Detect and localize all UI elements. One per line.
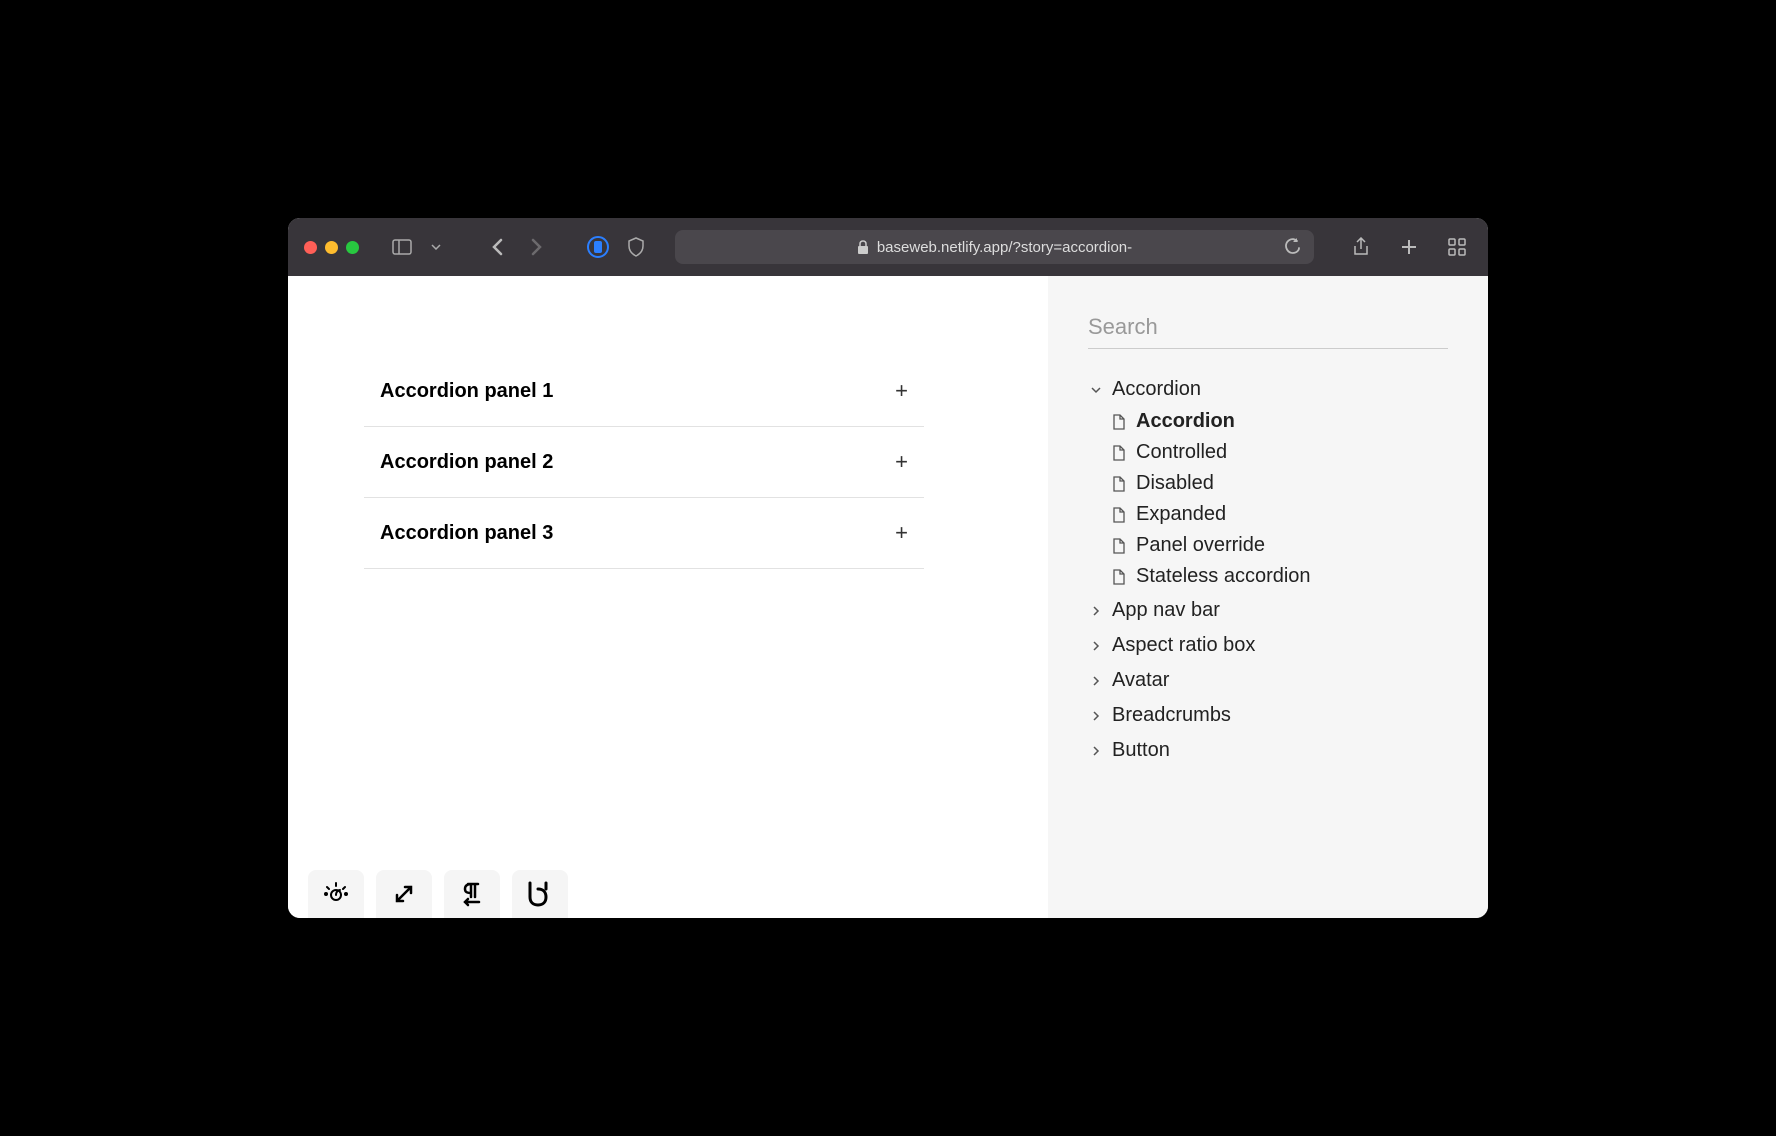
- tree-group-header[interactable]: App nav bar: [1088, 594, 1448, 627]
- tree-item-disabled[interactable]: Disabled: [1112, 468, 1448, 499]
- accordion-title: Accordion panel 3: [380, 522, 553, 545]
- file-icon: [1112, 569, 1126, 585]
- baseweb-logo-icon[interactable]: [512, 870, 568, 918]
- tree-item-stateless-accordion[interactable]: Stateless accordion: [1112, 561, 1448, 592]
- maximize-window-button[interactable]: [346, 241, 359, 254]
- tree-group-header[interactable]: Accordion: [1088, 373, 1448, 406]
- tree-group-label: Avatar: [1112, 669, 1169, 692]
- sidebar-dropdown-button[interactable]: [421, 232, 451, 262]
- tree-group-app-nav-bar: App nav bar: [1088, 594, 1448, 627]
- browser-chrome: baseweb.netlify.app/?story=accordion-: [288, 218, 1488, 276]
- tree-group-aspect-ratio-box: Aspect ratio box: [1088, 629, 1448, 662]
- traffic-lights: [304, 241, 359, 254]
- nav-arrows: [483, 232, 551, 262]
- tree-item-expanded[interactable]: Expanded: [1112, 499, 1448, 530]
- new-tab-button[interactable]: [1394, 232, 1424, 262]
- forward-button[interactable]: [521, 232, 551, 262]
- file-icon: [1112, 538, 1126, 554]
- plus-icon: +: [895, 449, 908, 475]
- url-text: baseweb.netlify.app/?story=accordion-: [877, 239, 1132, 256]
- tree-items: Accordion Controlled Disabled Expan: [1088, 406, 1448, 592]
- fullscreen-button[interactable]: [376, 870, 432, 918]
- sidebar-toggle-group: [387, 232, 451, 262]
- minimize-window-button[interactable]: [325, 241, 338, 254]
- accordion-title: Accordion panel 1: [380, 380, 553, 403]
- browser-window: baseweb.netlify.app/?story=accordion-: [288, 218, 1488, 918]
- tree-group-label: Aspect ratio box: [1112, 634, 1255, 657]
- tree-group-label: App nav bar: [1112, 599, 1220, 622]
- file-icon: [1112, 476, 1126, 492]
- tree-item-label: Disabled: [1136, 472, 1214, 495]
- tree-item-accordion[interactable]: Accordion: [1112, 406, 1448, 437]
- accordion-title: Accordion panel 2: [380, 451, 553, 474]
- right-chrome: [1346, 232, 1472, 262]
- tree-group-button: Button: [1088, 734, 1448, 767]
- accordion-header[interactable]: Accordion panel 1 +: [364, 356, 924, 426]
- tree-item-label: Panel override: [1136, 534, 1265, 557]
- tree-group-header[interactable]: Breadcrumbs: [1088, 699, 1448, 732]
- accordion-header[interactable]: Accordion panel 3 +: [364, 498, 924, 568]
- plus-icon: +: [895, 520, 908, 546]
- address-bar[interactable]: baseweb.netlify.app/?story=accordion-: [675, 230, 1314, 264]
- story-tree: Accordion Accordion Controlled: [1088, 373, 1448, 767]
- main-panel: Accordion panel 1 + Accordion panel 2 + …: [288, 276, 1048, 918]
- chevron-right-icon: [1088, 743, 1104, 759]
- sidebar-panel: Accordion Accordion Controlled: [1048, 276, 1488, 918]
- chevron-right-icon: [1088, 673, 1104, 689]
- tree-group-accordion: Accordion Accordion Controlled: [1088, 373, 1448, 592]
- chevron-down-icon: [1088, 382, 1104, 398]
- content-area: Accordion panel 1 + Accordion panel 2 + …: [288, 276, 1488, 918]
- rtl-toggle-button[interactable]: [444, 870, 500, 918]
- search-input[interactable]: [1088, 306, 1448, 349]
- tree-group-label: Breadcrumbs: [1112, 704, 1231, 727]
- file-icon: [1112, 445, 1126, 461]
- bottom-toolbar: [308, 870, 568, 918]
- privacy-shield-icon[interactable]: [621, 232, 651, 262]
- back-button[interactable]: [483, 232, 513, 262]
- tree-item-controlled[interactable]: Controlled: [1112, 437, 1448, 468]
- sidebar-toggle-button[interactable]: [387, 232, 417, 262]
- plus-icon: +: [895, 378, 908, 404]
- chevron-right-icon: [1088, 708, 1104, 724]
- onepassword-icon[interactable]: [583, 232, 613, 262]
- tree-group-header[interactable]: Aspect ratio box: [1088, 629, 1448, 662]
- file-icon: [1112, 507, 1126, 523]
- close-window-button[interactable]: [304, 241, 317, 254]
- lock-icon: [857, 240, 869, 254]
- chevron-right-icon: [1088, 638, 1104, 654]
- tree-group-avatar: Avatar: [1088, 664, 1448, 697]
- tree-item-label: Accordion: [1136, 410, 1235, 433]
- tree-group-header[interactable]: Avatar: [1088, 664, 1448, 697]
- tree-item-label: Controlled: [1136, 441, 1227, 464]
- chevron-right-icon: [1088, 603, 1104, 619]
- share-button[interactable]: [1346, 232, 1376, 262]
- file-icon: [1112, 414, 1126, 430]
- tree-item-label: Stateless accordion: [1136, 565, 1311, 588]
- reload-button[interactable]: [1284, 238, 1300, 256]
- theme-toggle-button[interactable]: [308, 870, 364, 918]
- tree-group-label: Accordion: [1112, 378, 1201, 401]
- tree-item-panel-override[interactable]: Panel override: [1112, 530, 1448, 561]
- tree-group-breadcrumbs: Breadcrumbs: [1088, 699, 1448, 732]
- accordion-header[interactable]: Accordion panel 2 +: [364, 427, 924, 497]
- accordion: Accordion panel 1 + Accordion panel 2 + …: [364, 356, 924, 569]
- extension-icons: [583, 232, 651, 262]
- tree-item-label: Expanded: [1136, 503, 1226, 526]
- tab-overview-button[interactable]: [1442, 232, 1472, 262]
- accordion-item: Accordion panel 1 +: [364, 356, 924, 427]
- tree-group-label: Button: [1112, 739, 1170, 762]
- tree-group-header[interactable]: Button: [1088, 734, 1448, 767]
- accordion-item: Accordion panel 2 +: [364, 427, 924, 498]
- accordion-item: Accordion panel 3 +: [364, 498, 924, 569]
